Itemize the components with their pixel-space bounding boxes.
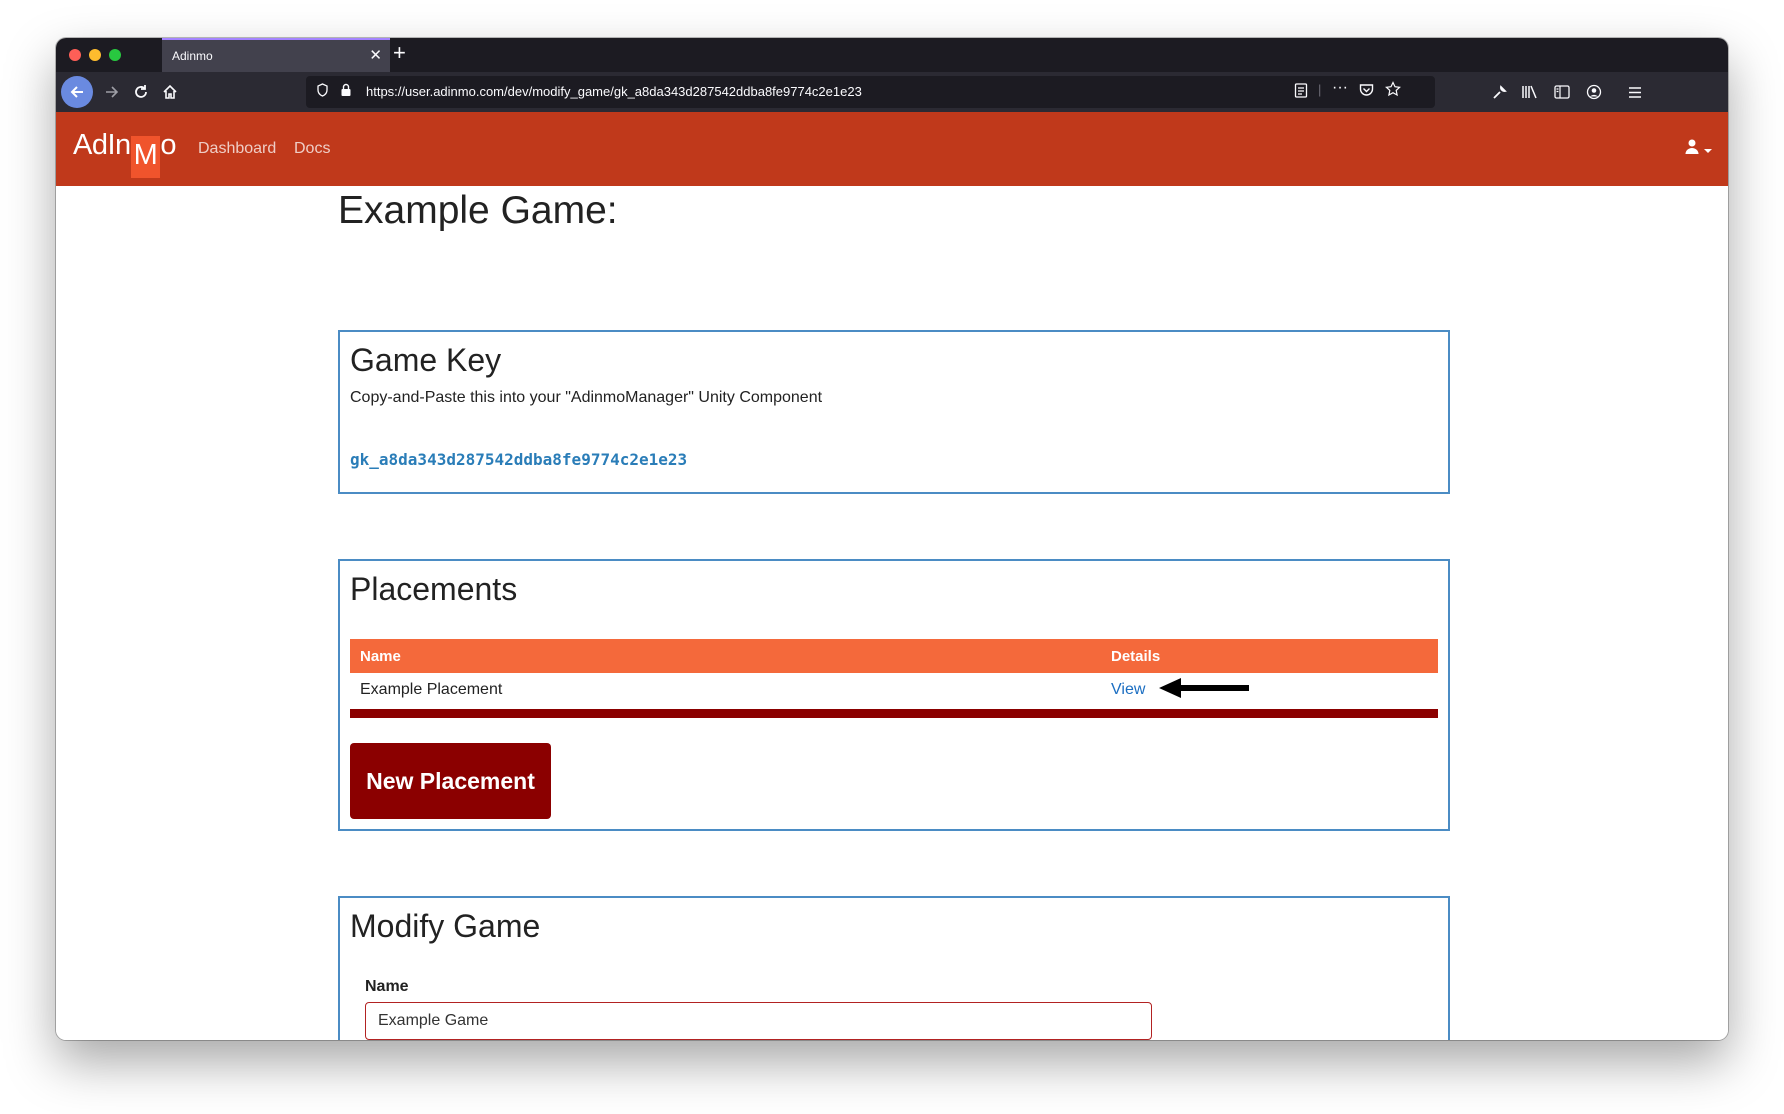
reader-view-icon[interactable] [1294,83,1308,101]
new-placement-button[interactable]: New Placement [350,743,551,819]
pocket-icon[interactable] [1359,83,1374,100]
adinmo-logo[interactable]: AdIn Mo [73,129,176,178]
new-tab-button[interactable]: + [393,40,406,66]
hamburger-menu-icon[interactable] [1622,79,1648,105]
bookmark-star-icon[interactable] [1385,81,1401,100]
game-key-description: Copy-and-Paste this into your "AdinmoMan… [350,389,823,406]
modify-game-heading: Modify Game [350,908,541,944]
back-button[interactable] [61,76,93,108]
tab-adinmo[interactable]: Adinmo ✕ [162,38,390,72]
nav-link-dashboard[interactable]: Dashboard [198,140,276,158]
close-window-button[interactable] [69,49,81,61]
url-divider: | [1318,82,1322,97]
minimize-window-button[interactable] [89,49,101,61]
table-header-row: Name Details [350,639,1438,673]
browser-toolbar: https://user.adinmo.com/dev/modify_game/… [56,72,1728,112]
logo-text-suffix: o [160,129,176,161]
tab-close-icon[interactable]: ✕ [369,46,382,64]
nav-link-docs[interactable]: Docs [294,140,330,158]
page-content: Example Game: Game Key Copy-and-Paste th… [56,186,1728,1040]
library-icon[interactable] [1517,79,1543,105]
table-bottom-bar [350,709,1438,718]
game-key-card: Game Key Copy-and-Paste this into your "… [338,330,1450,494]
reload-button[interactable] [128,79,154,105]
modify-game-card: Modify Game Name [338,896,1450,1040]
user-icon [1685,139,1704,158]
view-placement-link[interactable]: View [1111,681,1145,698]
game-key-heading: Game Key [350,342,502,378]
placements-heading: Placements [350,571,518,607]
home-button[interactable] [157,79,183,105]
caret-down-icon [1704,139,1712,158]
game-key-value[interactable]: gk_a8da343d287542ddba8fe9774c2e1e23 [350,450,687,469]
page-title: Example Game: [338,189,618,232]
table-row: Example Placement View [350,673,1438,707]
zoom-window-button[interactable] [109,49,121,61]
address-bar[interactable]: https://user.adinmo.com/dev/modify_game/… [306,76,1435,108]
column-header-name: Name [350,639,1101,673]
placements-table: Name Details Example Placement View [350,639,1438,707]
tab-strip: Adinmo ✕ + [56,38,1728,72]
sidebar-icon[interactable] [1549,79,1575,105]
logo-text-m: M [130,136,161,178]
more-actions-icon[interactable]: ··· [1332,79,1348,97]
name-field-label: Name [365,978,409,995]
forward-button[interactable] [99,79,125,105]
url-text[interactable]: https://user.adinmo.com/dev/modify_game/… [366,84,862,99]
user-menu-dropdown[interactable] [1685,139,1712,159]
placements-card: Placements Name Details Example Placemen… [338,559,1450,831]
logo-text-prefix: AdIn [73,129,131,161]
shield-icon[interactable] [316,83,329,100]
placement-name-cell: Example Placement [360,681,503,698]
tab-title: Adinmo [172,49,213,63]
account-icon[interactable] [1581,79,1607,105]
lock-icon[interactable] [340,83,352,100]
left-arrow-icon [1157,676,1251,705]
game-name-input[interactable] [365,1002,1152,1040]
app-navbar: AdIn Mo Dashboard Docs [56,112,1728,186]
wrench-icon[interactable] [1487,79,1513,105]
browser-window: Adinmo ✕ + https://user.adinmo.com/dev/m… [56,38,1728,1040]
column-header-details: Details [1101,639,1438,673]
